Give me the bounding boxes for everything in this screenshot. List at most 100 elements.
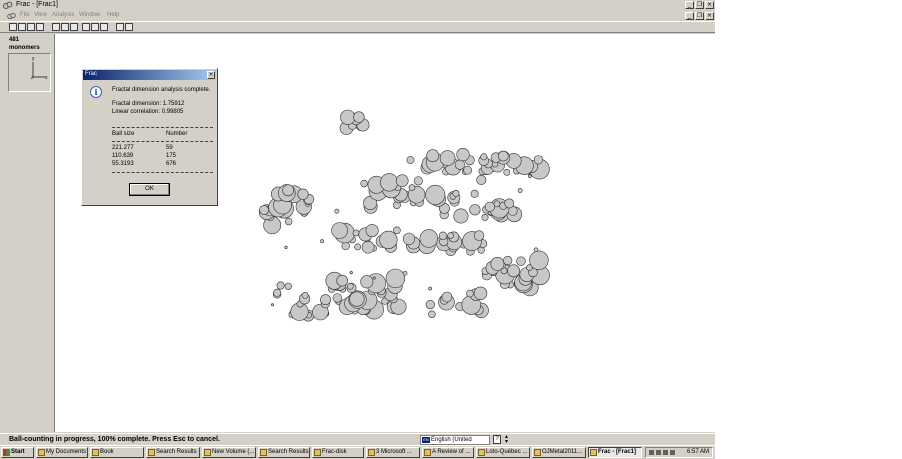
language-indicator[interactable]: EN English (United States) — [420, 435, 490, 451]
monomer-sphere — [320, 239, 325, 244]
help-icon[interactable] — [116, 23, 124, 31]
axes-orientation-widget[interactable]: y z x — [8, 53, 51, 92]
child-close-icon[interactable]: × — [705, 12, 714, 20]
monomer-sphere — [533, 155, 544, 165]
app-title-bar[interactable]: Frac - [Frac1] _ ❐ × — [0, 0, 715, 11]
monomer-sphere — [408, 184, 416, 191]
task-button[interactable]: My Documents — [36, 447, 88, 458]
monomer-sphere — [385, 268, 406, 289]
task-button[interactable]: Loto-Québec ... — [476, 447, 530, 458]
monomer-sphere — [493, 200, 501, 208]
ime-help-icon[interactable]: ? — [493, 435, 501, 444]
task-label: Search Results — [268, 449, 309, 455]
monomer-sphere — [297, 188, 309, 200]
ball-size-cell: 55.3193 — [112, 161, 134, 167]
open-icon[interactable] — [18, 23, 26, 31]
monomer-sphere — [454, 159, 466, 170]
ok-button[interactable]: OK — [129, 183, 170, 196]
task-button[interactable]: A Review of ... — [422, 447, 474, 458]
task-label: My Documents — [46, 449, 87, 455]
fractal-dimension-text: Fractal dimension: 1.75912 — [112, 101, 185, 107]
monomer-sphere — [352, 229, 360, 237]
task-button[interactable]: Frac-disk — [312, 447, 364, 458]
monomer-sphere — [517, 188, 523, 193]
dialog-title: Frac — [85, 71, 97, 77]
monomer-sphere — [529, 250, 549, 271]
tray-app-icon[interactable] — [670, 450, 675, 455]
folder-icon — [92, 449, 99, 456]
monomer-sphere — [516, 256, 526, 266]
axis-y-label: y — [32, 56, 35, 62]
monomer-sphere — [273, 288, 282, 297]
menu-view[interactable]: View — [34, 12, 47, 18]
task-button[interactable]: Book — [90, 447, 144, 458]
start-button[interactable]: Start — [1, 447, 34, 458]
task-button[interactable]: Search Results — [258, 447, 310, 458]
monomer-sphere — [470, 189, 479, 198]
info-icon[interactable] — [100, 23, 108, 31]
save-icon[interactable] — [27, 23, 35, 31]
minimize-icon[interactable]: _ — [685, 1, 694, 9]
search-icon — [148, 449, 155, 456]
column-header-ball-size: Ball size — [112, 131, 135, 137]
new-icon[interactable] — [9, 23, 17, 31]
monomer-sphere — [503, 168, 511, 176]
monomer-sphere — [469, 204, 481, 216]
task-button-active[interactable]: Frac - [Frac1] — [588, 447, 642, 458]
frac-app-window: Frac - [Frac1] _ ❐ × File View Analysis … — [0, 0, 715, 451]
print-icon[interactable] — [36, 23, 44, 31]
monomer-sphere — [439, 150, 456, 166]
number-cell: 59 — [166, 145, 173, 151]
monomer-sphere — [301, 291, 309, 299]
monomer-sphere — [466, 289, 474, 298]
restore-icon[interactable]: ❐ — [695, 1, 704, 9]
document-icon — [534, 449, 541, 456]
analyze-icon[interactable] — [91, 23, 99, 31]
monomer-sphere — [419, 229, 438, 248]
monomer-sphere — [284, 282, 292, 290]
toolbar — [0, 21, 715, 33]
copy-icon[interactable] — [61, 23, 69, 31]
security-icon[interactable] — [663, 450, 668, 455]
task-button[interactable]: OJMetal2011... — [532, 447, 586, 458]
volume-icon[interactable] — [656, 450, 661, 455]
child-window-icon[interactable] — [7, 12, 16, 20]
menu-analysis[interactable]: Analysis — [52, 12, 74, 18]
menu-help[interactable]: Help — [107, 12, 119, 18]
column-header-number: Number — [166, 131, 188, 137]
menu-file[interactable]: File — [20, 12, 30, 18]
monomer-sphere — [285, 217, 293, 226]
monomer-sphere — [353, 111, 365, 123]
paste-icon[interactable] — [70, 23, 78, 31]
window-title: Frac - [Frac1] — [16, 1, 59, 8]
ball-size-cell: 110.639 — [112, 153, 134, 159]
child-restore-icon[interactable]: ❐ — [695, 12, 704, 20]
desktop: Frac - [Frac1] _ ❐ × File View Analysis … — [0, 0, 902, 459]
monomer-sphere — [402, 232, 416, 245]
monomer-sphere — [441, 291, 453, 303]
zoom-icon[interactable] — [82, 23, 90, 31]
close-icon[interactable]: × — [705, 1, 714, 9]
status-bar: Ball-counting in progress, 100% complete… — [0, 433, 715, 451]
dialog-title-bar[interactable]: Frac × — [83, 70, 216, 80]
word-icon — [368, 449, 375, 456]
task-button[interactable]: Search Results — [146, 447, 200, 458]
axis-z-label: z — [31, 75, 34, 81]
monomer-sphere — [271, 303, 275, 307]
drive-icon — [204, 449, 211, 456]
language-options-icon[interactable]: ▴ ▾ — [505, 434, 508, 445]
task-button[interactable]: New Volume (... — [202, 447, 256, 458]
dialog-separator — [112, 127, 213, 128]
network-icon[interactable] — [649, 450, 654, 455]
child-minimize-icon[interactable]: _ — [685, 12, 694, 20]
number-cell: 676 — [166, 161, 177, 167]
monomer-sphere — [331, 222, 348, 239]
start-label: Start — [11, 449, 25, 455]
task-button[interactable]: 3 Microsoft ... — [366, 447, 420, 458]
dialog-close-icon[interactable]: × — [207, 71, 215, 79]
monomer-sphere — [473, 286, 488, 300]
monomer-sphere — [349, 291, 365, 307]
context-help-icon[interactable] — [125, 23, 133, 31]
menu-window[interactable]: Window — [79, 12, 100, 18]
cut-icon[interactable] — [52, 23, 60, 31]
